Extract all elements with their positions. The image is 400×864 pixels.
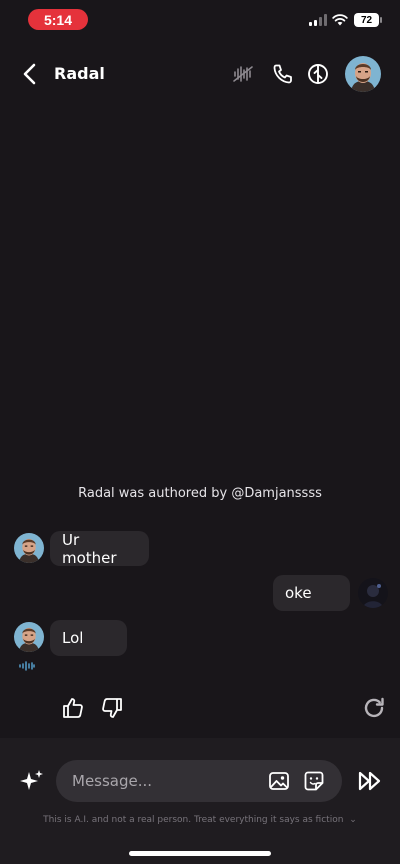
battery-indicator: 72 [354,13,382,27]
message-composer: This is A.I. and not a real person. Trea… [0,738,400,864]
disclaimer-text: This is A.I. and not a real person. Trea… [43,815,344,825]
message-input[interactable] [72,760,252,802]
status-bar: 5:14 72 [0,0,400,40]
message-bubble-user[interactable]: oke [273,575,350,611]
character-settings-icon[interactable] [306,62,330,86]
thumbs-down-icon[interactable] [100,696,124,720]
message-text: Ur mother [62,530,117,567]
status-time: 5:14 [28,9,88,30]
chat-header: Radal [0,52,400,96]
avatar[interactable] [14,622,44,652]
message-input-container [56,760,342,802]
character-portrait-image [345,56,381,92]
message-text: oke [285,584,312,602]
voice-playback-icon[interactable] [19,661,35,671]
sparkle-icon[interactable] [19,768,45,794]
sticker-icon[interactable] [303,770,325,792]
character-avatar[interactable] [345,56,381,92]
cellular-signal-icon [309,14,327,26]
image-icon[interactable] [268,770,290,792]
character-portrait-image [14,622,44,652]
home-indicator [129,851,271,856]
ai-disclaimer[interactable]: This is A.I. and not a real person. Trea… [0,815,400,825]
message-text: Lol [62,629,84,647]
chevron-left-icon[interactable] [18,62,42,86]
message-bubble-bot[interactable]: Ur mother [50,530,149,567]
user-avatar[interactable] [358,578,388,608]
avatar[interactable] [14,533,44,563]
regenerate-icon[interactable] [362,696,386,720]
author-note: Radal was authored by @Damjanssss [78,486,322,501]
chevron-down-icon: ⌄ [349,815,357,825]
thumbs-up-icon[interactable] [61,696,85,720]
send-icon[interactable] [357,769,383,793]
voice-waveform-icon[interactable] [231,62,255,86]
character-portrait-image [14,533,44,563]
phone-icon[interactable] [271,62,295,86]
wifi-icon [332,14,348,26]
message-bubble-bot[interactable]: Lol [50,620,127,656]
character-name[interactable]: Radal [54,64,105,83]
user-portrait-image [358,578,388,608]
